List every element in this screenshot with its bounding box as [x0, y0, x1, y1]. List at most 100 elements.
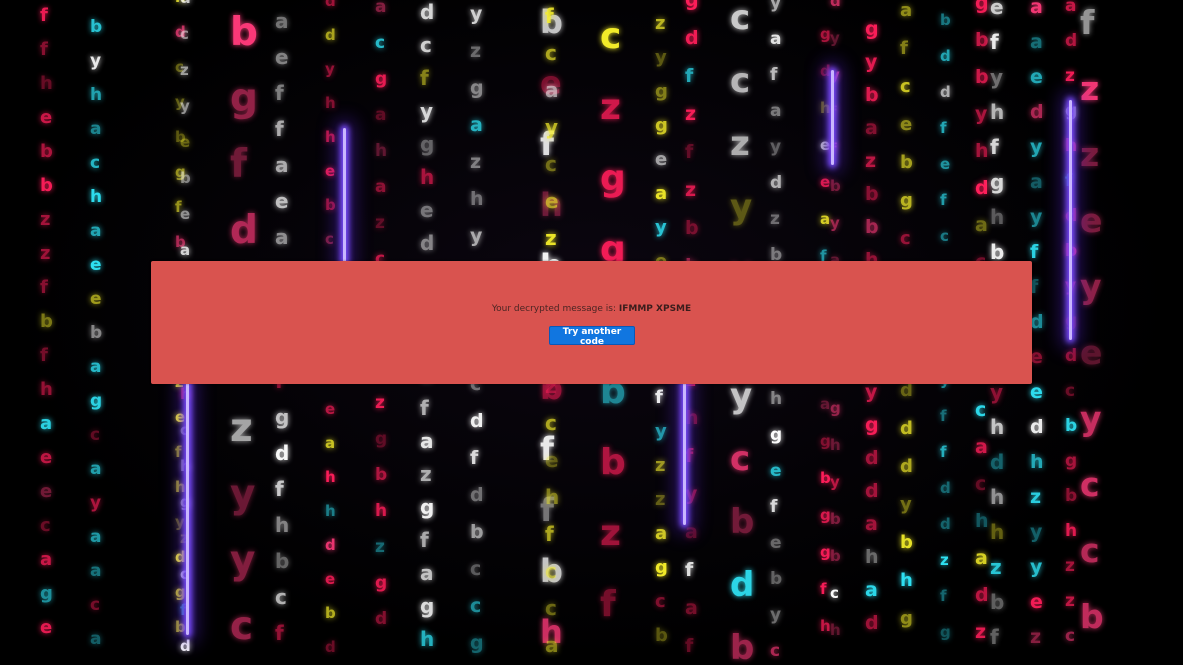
- falling-letter: z: [1065, 556, 1075, 576]
- falling-letter: d: [730, 565, 755, 605]
- falling-letter: c: [545, 411, 557, 435]
- falling-letter: h: [990, 415, 1005, 439]
- falling-letter: a: [90, 357, 102, 377]
- falling-letter: z: [1065, 66, 1075, 86]
- falling-letter: e: [325, 570, 336, 588]
- falling-letter: b: [730, 628, 755, 665]
- falling-letter: z: [865, 150, 877, 172]
- falling-letter: c: [470, 558, 482, 580]
- falling-letter: d: [770, 173, 783, 193]
- falling-letter: a: [90, 629, 102, 649]
- falling-letter: d: [940, 83, 951, 101]
- falling-letter: h: [470, 188, 484, 210]
- falling-letter: f: [940, 119, 947, 137]
- falling-letter: f: [275, 81, 284, 105]
- falling-letter: h: [375, 141, 388, 161]
- falling-letter: d: [325, 0, 336, 10]
- falling-letter: b: [830, 547, 841, 565]
- falling-letter: h: [420, 627, 435, 651]
- falling-letter: z: [600, 513, 621, 554]
- falling-letter: f: [40, 277, 48, 298]
- falling-letter: f: [685, 65, 694, 87]
- falling-letter: f: [275, 621, 284, 645]
- falling-letter: f: [470, 447, 479, 469]
- falling-letter: g: [175, 583, 186, 601]
- falling-letter: e: [40, 481, 53, 502]
- falling-letter: a: [820, 395, 831, 413]
- falling-letter: a: [655, 183, 668, 204]
- falling-letter: b: [770, 569, 783, 589]
- falling-letter: b: [40, 141, 53, 162]
- falling-letter: g: [830, 399, 841, 417]
- falling-letter: b: [900, 152, 913, 173]
- falling-letter: c: [470, 595, 482, 617]
- falling-letter: e: [1080, 333, 1103, 372]
- falling-letter: g: [230, 76, 258, 121]
- falling-letter: y: [230, 538, 256, 583]
- falling-letter: y: [1030, 136, 1043, 158]
- falling-letter: f: [420, 528, 429, 552]
- falling-letter: f: [40, 39, 48, 60]
- falling-letter: d: [865, 612, 879, 634]
- falling-letter: a: [865, 117, 878, 139]
- falling-letter: c: [900, 76, 911, 97]
- falling-letter: b: [975, 66, 989, 88]
- falling-letter: c: [40, 515, 51, 536]
- falling-letter: g: [865, 18, 879, 40]
- falling-letter: a: [375, 105, 387, 125]
- falling-letter: e: [820, 173, 831, 191]
- falling-letter: z: [470, 40, 482, 62]
- falling-letter: a: [900, 0, 913, 21]
- falling-letter: f: [940, 443, 947, 461]
- falling-letter: z: [375, 537, 385, 557]
- falling-letter: e: [1080, 201, 1103, 240]
- falling-letter: z: [180, 61, 189, 79]
- falling-letter: y: [1030, 556, 1043, 578]
- falling-letter: a: [975, 547, 988, 569]
- falling-letter: h: [1065, 521, 1078, 541]
- falling-letter: e: [40, 107, 53, 128]
- falling-letter: f: [40, 5, 48, 26]
- falling-letter: c: [1065, 626, 1076, 646]
- falling-letter: h: [830, 621, 841, 639]
- light-beam: [343, 128, 346, 268]
- falling-letter: b: [40, 311, 53, 332]
- falling-letter: e: [180, 133, 191, 151]
- light-beam: [1069, 100, 1072, 340]
- falling-letter: f: [940, 191, 947, 209]
- falling-letter: g: [900, 190, 913, 211]
- falling-letter: f: [420, 66, 429, 90]
- falling-letter: y: [325, 60, 335, 78]
- falling-letter: z: [1080, 135, 1100, 174]
- try-another-code-button[interactable]: Try another code: [549, 326, 635, 347]
- falling-letter: g: [1065, 451, 1078, 471]
- falling-letter: y: [990, 380, 1004, 404]
- falling-letter: c: [275, 585, 287, 609]
- falling-letter: y: [175, 513, 185, 531]
- falling-letter: g: [375, 429, 388, 449]
- falling-letter: f: [685, 559, 694, 581]
- falling-letter: g: [420, 594, 435, 618]
- falling-letter: c: [940, 227, 949, 245]
- falling-letter: a: [545, 633, 559, 657]
- falling-letter: a: [865, 513, 878, 535]
- light-beam: [683, 380, 686, 525]
- falling-letter: c: [1080, 465, 1100, 504]
- falling-letter: a: [1065, 0, 1077, 16]
- falling-letter: f: [940, 407, 947, 425]
- falling-letter: c: [375, 33, 386, 53]
- falling-letter: e: [90, 255, 102, 275]
- falling-letter: g: [470, 77, 484, 99]
- falling-letter: g: [900, 608, 913, 629]
- falling-letter: b: [230, 10, 258, 55]
- falling-letter: f: [685, 141, 694, 163]
- falling-letter: d: [900, 418, 913, 439]
- falling-letter: g: [420, 495, 435, 519]
- falling-letter: a: [40, 549, 53, 570]
- falling-letter: c: [655, 591, 666, 612]
- falling-letter: f: [820, 580, 827, 598]
- decrypted-message-line: Your decrypted message is: IFMMP XPSME: [151, 304, 1032, 314]
- falling-letter: c: [325, 230, 334, 248]
- falling-letter: c: [975, 473, 987, 495]
- falling-letter: h: [40, 73, 53, 94]
